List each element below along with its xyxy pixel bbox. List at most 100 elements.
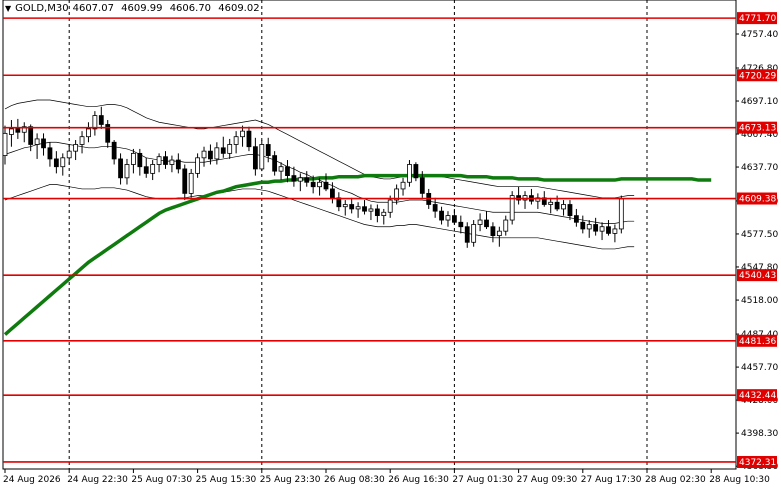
candle-body (278, 166, 284, 172)
candle-body (28, 126, 34, 145)
candle-body (73, 144, 79, 152)
y-tick-label: 4457.70 (741, 363, 778, 373)
candle-body (304, 177, 310, 183)
candle-body (124, 164, 130, 179)
candle-body (561, 204, 566, 210)
candle-body (214, 147, 220, 160)
candle-body (599, 226, 605, 232)
x-tick-label: 27 Aug 17:30 (581, 475, 642, 485)
candle-body (458, 221, 464, 228)
price-chart[interactable]: 4757.404726.804697.104667.404637.704607.… (0, 0, 781, 489)
candle-body (355, 206, 361, 210)
x-tick-label: 25 Aug 15:30 (196, 475, 257, 485)
level-price-label: 4609.38 (739, 195, 776, 205)
candle-body (182, 168, 188, 194)
x-tick-label: 24 Aug 2026 (3, 475, 61, 485)
x-tick-label: 25 Aug 07:30 (131, 475, 192, 485)
x-tick-label: 24 Aug 22:30 (67, 475, 128, 485)
candle-body (66, 150, 72, 159)
candle-body (323, 181, 329, 190)
y-tick-label: 4637.70 (741, 163, 778, 173)
candle-body (15, 128, 21, 133)
x-tick-label: 26 Aug 08:30 (324, 475, 385, 485)
candle-body (573, 215, 579, 223)
candle-body (310, 181, 316, 188)
candle-body (548, 201, 554, 205)
candle-body (188, 172, 194, 194)
chart-header: ▼ GOLD,M30 4607.07 4609.99 4606.70 4609.… (5, 3, 264, 14)
candle-body (381, 211, 387, 217)
candle-body (490, 226, 496, 237)
candle-body (362, 206, 367, 212)
candle-body (477, 219, 483, 225)
y-tick-label: 4697.10 (741, 97, 778, 107)
candle-body (259, 144, 265, 170)
candle-body (53, 158, 59, 168)
candle-body (60, 157, 66, 168)
candle-body (484, 219, 489, 228)
level-price-label: 4372.31 (739, 458, 776, 468)
candle-body (297, 177, 303, 182)
candle-body (47, 147, 53, 160)
candle-body (233, 136, 239, 145)
plot-area[interactable] (2, 0, 737, 470)
candle-body (368, 208, 374, 212)
high-value: 4609.99 (121, 3, 163, 14)
candle-body (156, 156, 162, 165)
level-price-label: 4481.36 (739, 337, 776, 347)
candle-body (163, 156, 168, 165)
candle-body (593, 224, 599, 232)
candle-body (439, 210, 444, 221)
candle-body (130, 152, 136, 165)
candle-body (400, 181, 406, 190)
y-tick-label: 4757.40 (741, 30, 778, 40)
candle-body (342, 204, 348, 208)
candle-body (496, 230, 502, 237)
candle-body (201, 150, 207, 159)
ohlc-values: 4607.07 4609.99 4606.70 4609.02 (73, 3, 264, 14)
candle-body (227, 144, 233, 154)
level-price-label: 4432.44 (739, 391, 776, 401)
candle-body (240, 130, 245, 138)
candle-body (220, 147, 226, 154)
y-tick-label: 4518.00 (741, 296, 778, 306)
candle-body (554, 201, 560, 210)
candle-body (143, 166, 149, 174)
dropdown-triangle-icon[interactable]: ▼ (5, 4, 11, 14)
candle-body (9, 128, 14, 135)
candle-body (451, 215, 457, 223)
candle-body (265, 144, 271, 156)
y-tick-label: 4577.50 (741, 230, 778, 240)
level-price-label: 4540.43 (739, 271, 776, 281)
y-tick-label: 4398.30 (741, 429, 778, 439)
candle-body (432, 204, 438, 212)
x-tick-label: 25 Aug 23:30 (260, 475, 321, 485)
candle-body (118, 158, 123, 179)
level-price-label: 4771.70 (739, 14, 776, 24)
candle-body (407, 164, 412, 183)
x-tick-label: 26 Aug 16:30 (388, 475, 449, 485)
candle-body (413, 164, 419, 179)
candle-body (387, 199, 393, 213)
candle-body (445, 215, 451, 221)
candle-body (567, 204, 573, 217)
candle-body (419, 177, 425, 194)
candle-body (586, 224, 592, 230)
candle-body (41, 138, 46, 149)
x-tick-label: 28 Aug 02:30 (645, 475, 706, 485)
candle-body (195, 157, 201, 174)
chart-window[interactable]: 4757.404726.804697.104667.404637.704607.… (0, 0, 781, 489)
candle-body (86, 128, 91, 138)
candle-body (98, 115, 104, 125)
candle-body (618, 198, 624, 230)
x-tick-label: 27 Aug 01:30 (452, 475, 513, 485)
candle-body (330, 188, 335, 199)
candle-body (246, 130, 252, 148)
candle-body (2, 132, 8, 156)
candle-body (150, 164, 156, 174)
candle-body (272, 155, 278, 172)
candle-body (34, 138, 40, 145)
candle-body (111, 141, 117, 160)
candle-body (374, 208, 380, 217)
level-price-label: 4720.29 (739, 71, 776, 81)
